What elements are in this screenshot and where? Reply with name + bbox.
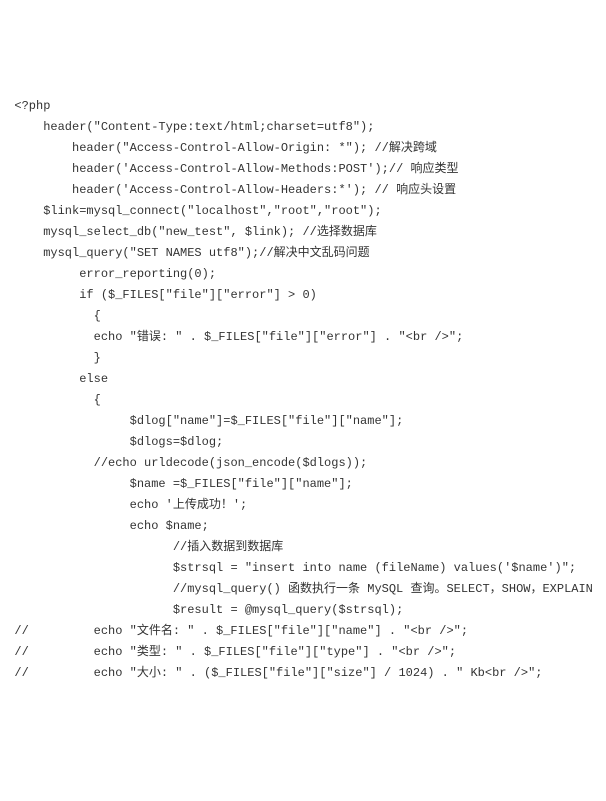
code-line: $result = @mysql_query($strsql); [0, 600, 606, 621]
code-line: $link=mysql_connect("localhost","root","… [0, 201, 606, 222]
code-line: echo $name; [0, 516, 606, 537]
code-line: mysql_select_db("new_test", $link); //选择… [0, 222, 606, 243]
code-line: // echo "大小: " . ($_FILES["file"]["size"… [0, 663, 606, 684]
code-line: else [0, 369, 606, 390]
code-line: header("Access-Control-Allow-Origin: *")… [0, 138, 606, 159]
code-line: echo "错误: " . $_FILES["file"]["error"] .… [0, 327, 606, 348]
code-line: //插入数据到数据库 [0, 537, 606, 558]
code-line: $dlogs=$dlog; [0, 432, 606, 453]
code-block: <?php header("Content-Type:text/html;cha… [0, 96, 606, 684]
code-line: //echo urldecode(json_encode($dlogs)); [0, 453, 606, 474]
code-line: $name =$_FILES["file"]["name"]; [0, 474, 606, 495]
code-line: { [0, 306, 606, 327]
code-line: // echo "类型: " . $_FILES["file"]["type"]… [0, 642, 606, 663]
code-line: } [0, 348, 606, 369]
code-line: header('Access-Control-Allow-Headers:*')… [0, 180, 606, 201]
code-line: header("Content-Type:text/html;charset=u… [0, 117, 606, 138]
code-line: header('Access-Control-Allow-Methods:POS… [0, 159, 606, 180]
code-line: error_reporting(0); [0, 264, 606, 285]
code-line: echo '上传成功！'; [0, 495, 606, 516]
code-line: if ($_FILES["file"]["error"] > 0) [0, 285, 606, 306]
code-line: <?php [0, 96, 606, 117]
code-line: // echo "文件名: " . $_FILES["file"]["name"… [0, 621, 606, 642]
code-line: { [0, 390, 606, 411]
code-line: $dlog["name"]=$_FILES["file"]["name"]; [0, 411, 606, 432]
code-line: //mysql_query() 函数执行一条 MySQL 查询。SELECT，S… [0, 579, 606, 600]
code-line: $strsql = "insert into name (fileName) v… [0, 558, 606, 579]
code-line: mysql_query("SET NAMES utf8");//解决中文乱码问题 [0, 243, 606, 264]
